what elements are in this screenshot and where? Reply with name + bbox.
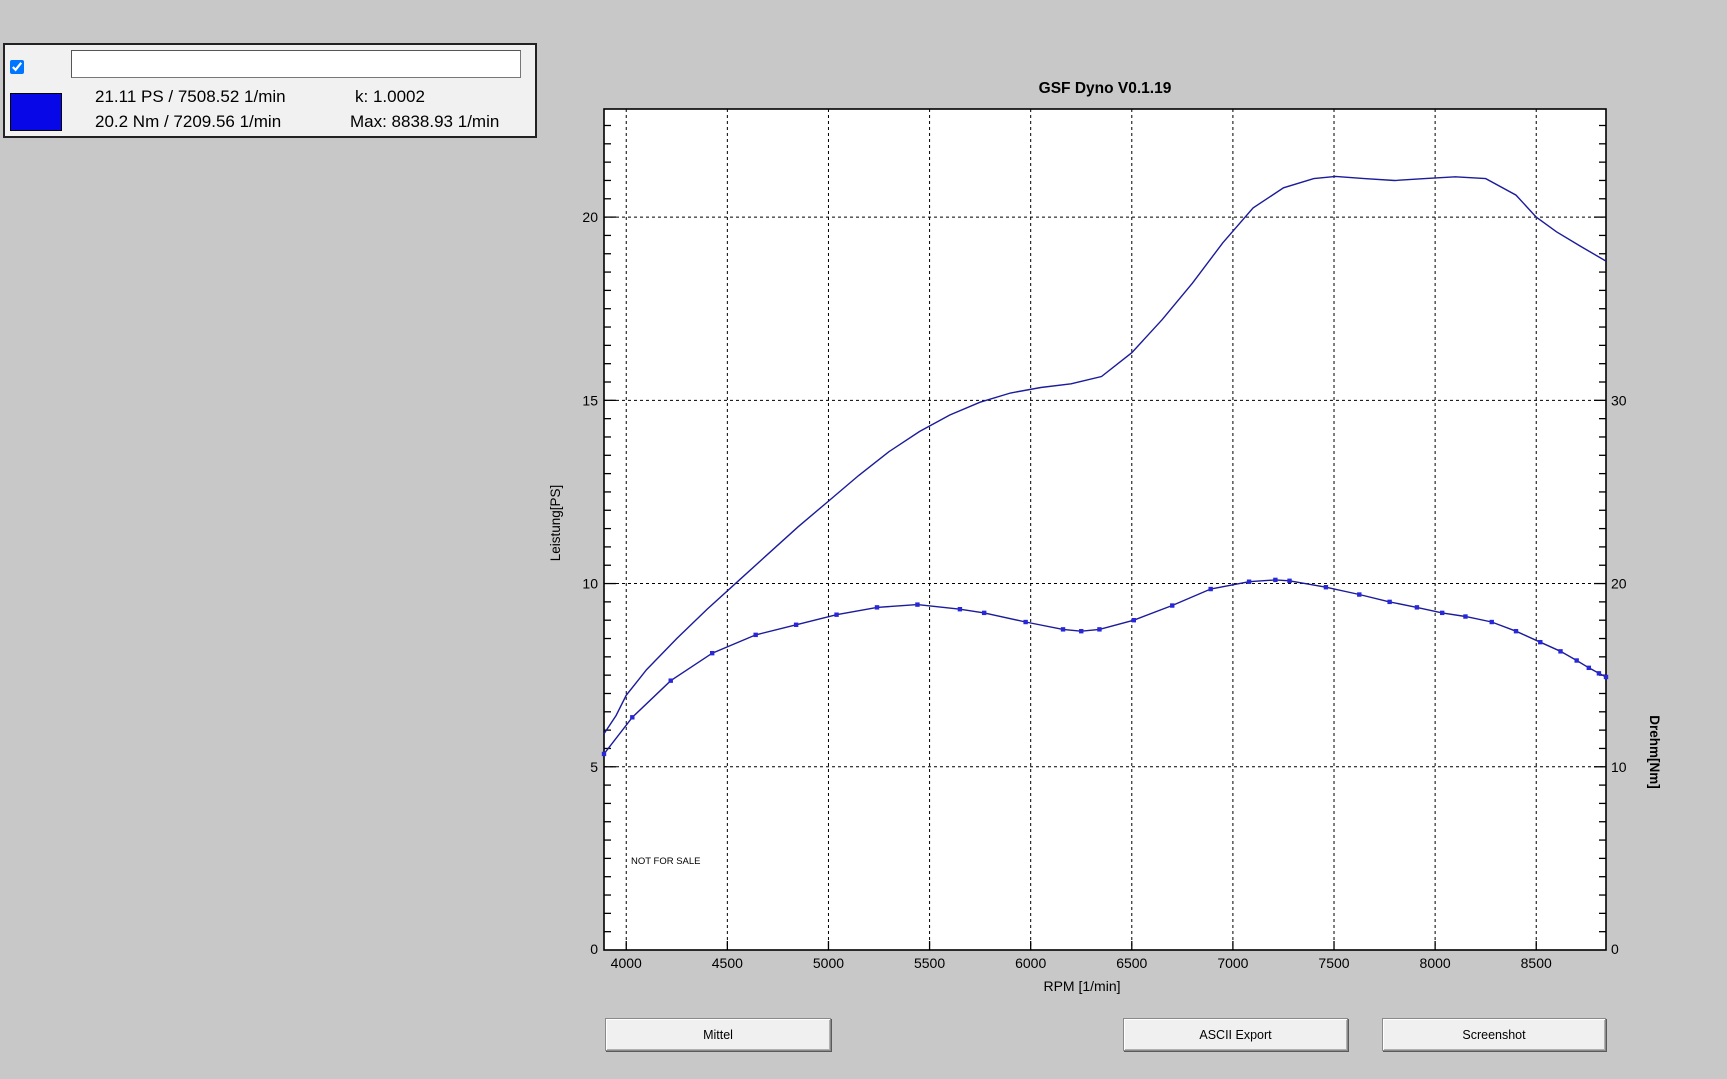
y-right-axis-label: Drehm[Nm] [1647,715,1662,789]
data-marker [1131,617,1137,623]
data-marker [1513,628,1519,634]
y-right-tick-label: 0 [1611,941,1619,957]
curve-color-swatch[interactable] [10,93,62,131]
y-left-tick-label: 0 [590,941,598,957]
measurement-info-panel: 21.11 PS / 7508.52 1/min k: 1.0002 20.2 … [3,43,537,138]
watermark: NOT FOR SALE [631,856,701,867]
data-marker [957,607,963,612]
data-marker [1414,605,1420,610]
y-right-tick-label: 10 [1611,759,1627,775]
data-marker [1440,610,1445,616]
y-left-tick-label: 20 [582,209,598,225]
x-tick-label: 7500 [1318,955,1349,971]
k-factor-readout: k: 1.0002 [355,87,425,106]
data-marker [630,715,635,720]
data-marker [981,610,987,616]
y-right-tick-label: 30 [1611,392,1627,408]
data-marker [1357,592,1362,597]
mittel-button[interactable]: Mittel [605,1018,831,1051]
data-marker [601,751,607,757]
y-left-tick-label: 15 [582,392,598,408]
data-marker [668,678,673,683]
data-marker [1538,639,1543,645]
data-marker [1574,658,1579,663]
data-marker [1463,614,1468,619]
x-tick-label: 8000 [1420,955,1451,971]
y-left-tick-label: 5 [590,759,598,775]
x-tick-label: 4000 [611,955,642,971]
data-marker [1323,585,1329,590]
data-marker [709,650,715,656]
y-left-axis-label: Leistung[PS] [548,485,563,562]
x-tick-label: 4500 [712,955,743,971]
x-tick-label: 5000 [813,955,844,971]
data-marker [1586,665,1592,671]
x-tick-label: 6500 [1116,955,1147,971]
max-rpm-readout: Max: 8838.93 1/min [350,112,500,131]
data-marker [1596,671,1602,676]
curve-name-input[interactable] [71,50,521,78]
data-marker [915,602,920,607]
plot-area [604,109,1606,950]
data-marker [1603,674,1609,680]
data-marker [834,612,839,617]
data-marker [1208,586,1213,592]
data-marker [1287,578,1292,584]
data-marker [874,605,880,610]
y-right-tick-label: 20 [1611,576,1627,592]
data-marker [1246,579,1252,584]
dyno-chart: 4000 4500 5000 5500 6000 6500 7000 7500 8000 8500… [548,80,1662,994]
data-marker [1079,628,1084,634]
data-marker [1170,603,1175,608]
x-tick-label: 8500 [1521,955,1552,971]
ascii-export-button[interactable]: ASCII Export [1123,1018,1348,1051]
x-tick-label: 5500 [914,955,945,971]
data-marker [1489,619,1494,625]
data-marker [1060,627,1066,632]
data-marker [793,622,799,627]
curve-visibility-checkbox[interactable] [10,60,24,74]
data-marker [1273,577,1278,583]
data-marker [1387,599,1392,605]
y-left-tick-label: 10 [582,576,598,592]
data-marker [1023,619,1028,625]
power-readout: 21.11 PS / 7508.52 1/min [95,87,286,106]
data-marker [753,632,758,638]
x-tick-label: 7000 [1217,955,1248,971]
x-tick-label: 6000 [1015,955,1046,971]
chart-title: GSF Dyno V0.1.19 [1039,80,1172,97]
torque-readout: 20.2 Nm / 7209.56 1/min [95,112,282,131]
data-marker [1558,649,1563,654]
screenshot-button[interactable]: Screenshot [1382,1018,1606,1051]
data-marker [1097,627,1102,632]
x-axis-label: RPM [1/min] [1043,978,1120,994]
